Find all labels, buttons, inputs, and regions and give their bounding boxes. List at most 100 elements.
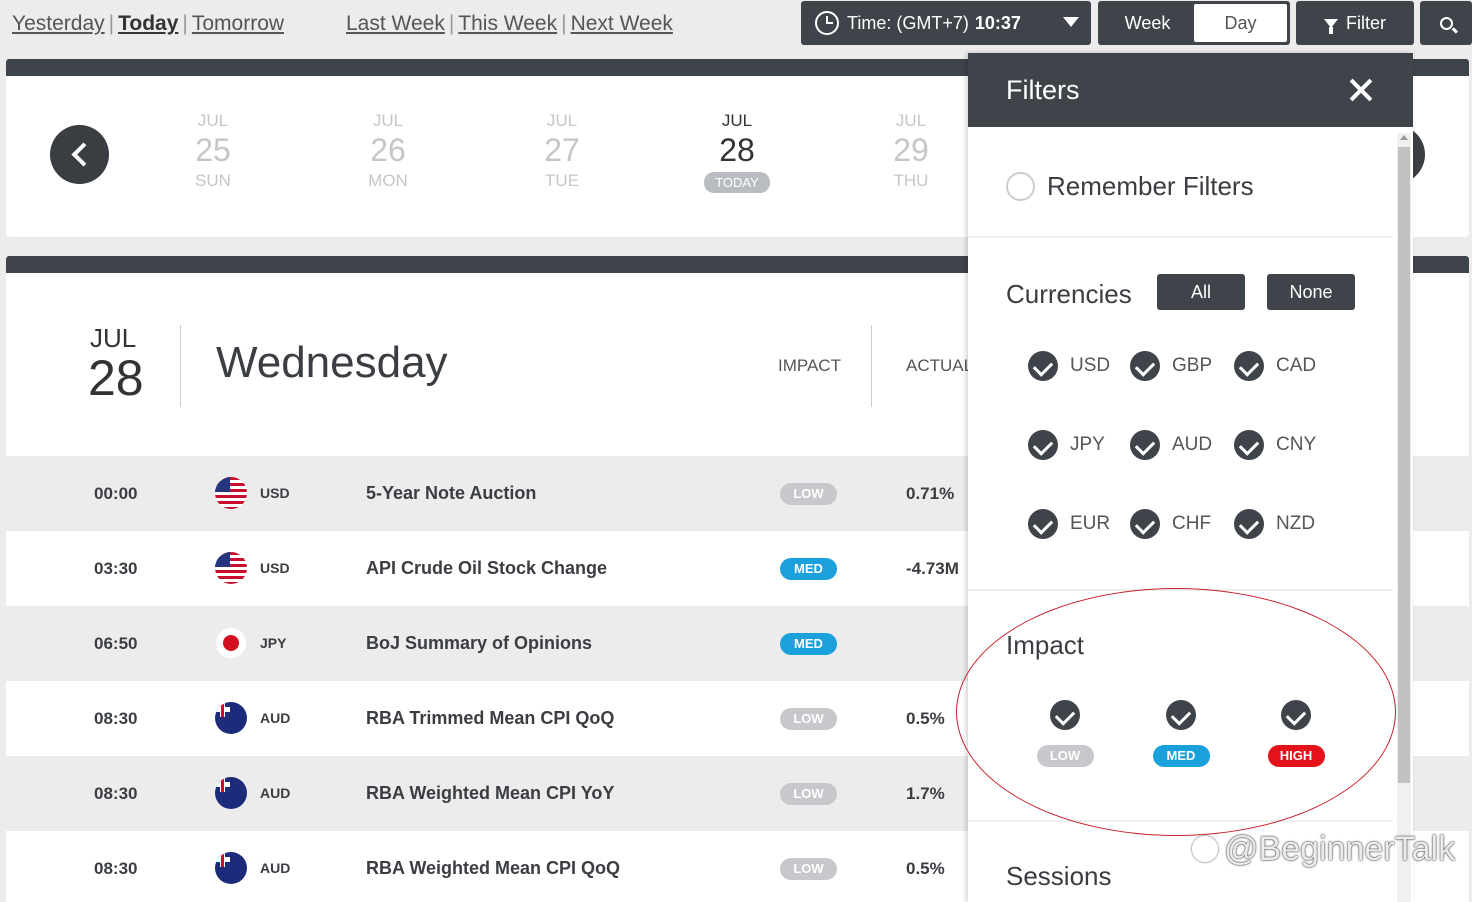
currency-option-cny[interactable]: CNY xyxy=(1234,430,1316,460)
divider xyxy=(968,589,1393,591)
last-week-link[interactable]: Last Week xyxy=(346,12,445,35)
event-currency: JPY xyxy=(260,635,287,651)
day-jul-29[interactable]: JUL 29 THU xyxy=(851,111,971,191)
day-date: 27 xyxy=(544,132,580,168)
impact-badge: MED xyxy=(780,558,837,580)
event-name[interactable]: RBA Weighted Mean CPI YoY xyxy=(366,783,614,804)
day-jul-27[interactable]: JUL 27 TUE xyxy=(502,111,622,191)
timezone-dropdown[interactable]: Time: (GMT+7) 10:37 xyxy=(801,1,1091,45)
flag-au-icon xyxy=(215,777,247,809)
day-jul-28[interactable]: JUL 28 TODAY xyxy=(677,111,797,193)
close-icon[interactable] xyxy=(1349,78,1373,102)
scrollbar-thumb[interactable] xyxy=(1398,147,1410,783)
currency-option-chf[interactable]: CHF xyxy=(1130,509,1211,539)
currency-option-cad[interactable]: CAD xyxy=(1234,351,1316,381)
flag-us-icon xyxy=(215,552,247,584)
event-name[interactable]: RBA Trimmed Mean CPI QoQ xyxy=(366,708,614,729)
currency-label: GBP xyxy=(1172,355,1213,376)
day-date: 26 xyxy=(370,132,406,168)
scrollbar[interactable] xyxy=(1397,133,1411,902)
watermark: @BeginnerTalk xyxy=(1192,830,1455,869)
day-weekday: SUN xyxy=(195,171,231,190)
event-time: 03:30 xyxy=(94,559,138,578)
day-date: 25 xyxy=(195,132,231,168)
event-actual: 0.71% xyxy=(906,484,955,503)
separator: | xyxy=(108,12,115,35)
checkmark-icon[interactable] xyxy=(1234,430,1264,460)
checkmark-icon[interactable] xyxy=(1130,509,1160,539)
currency-label: USD xyxy=(1070,355,1111,376)
checkmark-icon[interactable] xyxy=(1234,509,1264,539)
checkmark-icon[interactable] xyxy=(1130,430,1160,460)
this-week-link[interactable]: This Week xyxy=(458,12,557,35)
week-view-button[interactable]: Week xyxy=(1101,4,1194,42)
currency-option-nzd[interactable]: NZD xyxy=(1234,509,1315,539)
impact-option-low[interactable]: LOW xyxy=(1035,700,1095,767)
separator: | xyxy=(182,12,188,35)
day-weekday: THU xyxy=(893,171,929,190)
event-name[interactable]: 5-Year Note Auction xyxy=(366,483,536,504)
event-actual: -4.73M xyxy=(906,559,959,578)
top-navigation: Yesterday | Today | Tomorrow Last Week | This … xyxy=(0,0,1472,52)
day-view-button[interactable]: Day xyxy=(1194,4,1287,42)
day-month: JUL xyxy=(895,111,927,130)
impact-option-med[interactable]: MED xyxy=(1151,700,1211,767)
checkmark-icon[interactable] xyxy=(1130,351,1160,381)
impact-badge: HIGH xyxy=(1267,745,1325,767)
day-jul-26[interactable]: JUL 26 MON xyxy=(328,111,448,191)
checkmark-icon[interactable] xyxy=(1028,430,1058,460)
divider xyxy=(968,820,1393,822)
previous-day-button[interactable] xyxy=(50,125,109,184)
checkmark-icon[interactable] xyxy=(1281,700,1311,730)
yesterday-link[interactable]: Yesterday xyxy=(12,12,105,35)
impact-option-high[interactable]: HIGH xyxy=(1266,700,1326,767)
event-time: 06:50 xyxy=(94,634,138,653)
day-date: 29 xyxy=(893,132,929,168)
remember-filters-option[interactable]: Remember Filters xyxy=(1006,171,1254,202)
currency-option-aud[interactable]: AUD xyxy=(1130,430,1212,460)
current-time: 10:37 xyxy=(974,12,1021,33)
checkmark-icon[interactable] xyxy=(1028,351,1058,381)
event-name[interactable]: API Crude Oil Stock Change xyxy=(366,558,607,579)
day-month: JUL xyxy=(197,111,229,130)
filter-button[interactable]: Filter xyxy=(1296,1,1414,45)
sessions-heading: Sessions xyxy=(1006,861,1112,891)
currency-option-jpy[interactable]: JPY xyxy=(1028,430,1105,460)
currencies-none-button[interactable]: None xyxy=(1267,274,1355,310)
day-links: Yesterday | Today | Tomorrow xyxy=(12,12,284,36)
currency-option-eur[interactable]: EUR xyxy=(1028,509,1110,539)
day-month: JUL xyxy=(372,111,404,130)
impact-column-header: IMPACT xyxy=(778,356,841,375)
event-name[interactable]: BoJ Summary of Opinions xyxy=(366,633,592,654)
separator: | xyxy=(448,12,455,35)
timezone-label: Time: (GMT+7) xyxy=(847,12,969,33)
today-link[interactable]: Today xyxy=(118,12,178,35)
currency-label: CNY xyxy=(1276,434,1317,455)
divider xyxy=(871,325,872,407)
currency-label: CHF xyxy=(1172,513,1212,534)
tomorrow-link[interactable]: Tomorrow xyxy=(192,12,284,35)
day-jul-25[interactable]: JUL 25 SUN xyxy=(153,111,273,191)
day-weekday: TUE xyxy=(545,171,579,190)
event-name[interactable]: RBA Weighted Mean CPI QoQ xyxy=(366,858,620,879)
filter-icon xyxy=(1324,18,1338,34)
event-currency: AUD xyxy=(260,860,291,876)
today-badge: TODAY xyxy=(704,172,770,193)
currency-option-gbp[interactable]: GBP xyxy=(1130,351,1212,381)
checkmark-icon[interactable] xyxy=(1166,700,1196,730)
checkmark-icon[interactable] xyxy=(1234,351,1264,381)
impact-badge: LOW xyxy=(780,858,837,880)
event-currency: USD xyxy=(260,560,290,576)
checkmark-icon[interactable] xyxy=(1050,700,1080,730)
search-button[interactable] xyxy=(1420,1,1472,45)
event-time: 08:30 xyxy=(94,709,138,728)
event-actual: 0.5% xyxy=(906,709,945,728)
next-week-link[interactable]: Next Week xyxy=(571,12,673,35)
week-links: Last Week | This Week | Next Week xyxy=(346,12,673,36)
remember-filters-radio[interactable] xyxy=(1006,172,1035,201)
currencies-all-button[interactable]: All xyxy=(1157,274,1245,310)
scroll-up-arrow-icon[interactable] xyxy=(1400,135,1408,140)
divider xyxy=(180,325,181,407)
checkmark-icon[interactable] xyxy=(1028,509,1058,539)
currency-option-usd[interactable]: USD xyxy=(1028,351,1110,381)
